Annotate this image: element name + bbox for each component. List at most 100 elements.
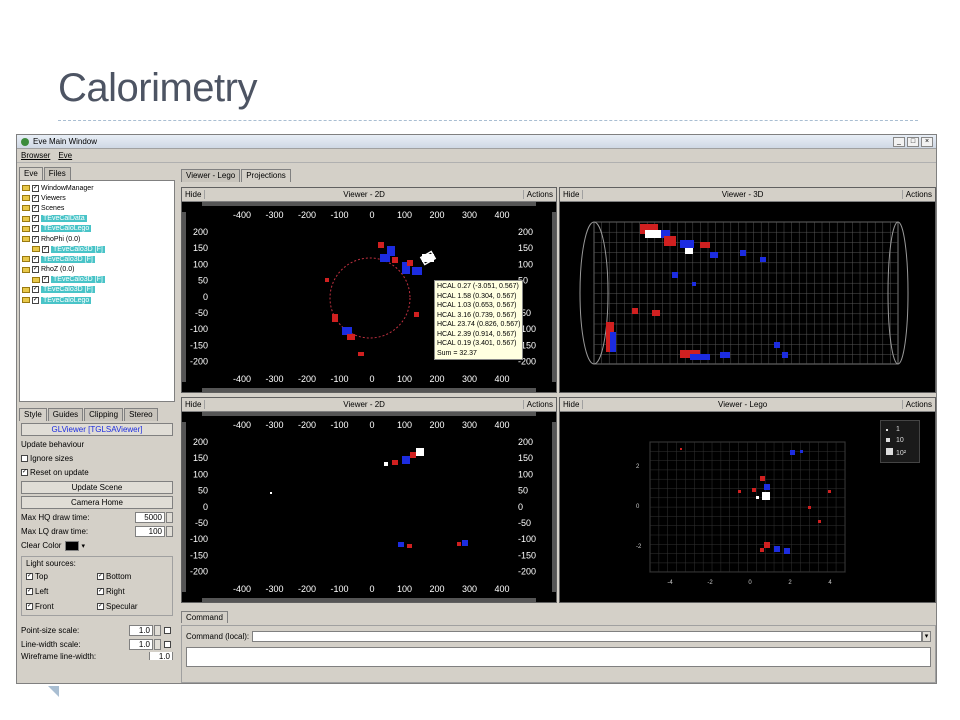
lego-tower [790, 450, 795, 455]
window-title: Eve Main Window [33, 137, 98, 146]
rhoz-canvas[interactable]: -400 -400 -300 -300 -200 -200 -100 -100 0 0 100 100… [182, 412, 556, 602]
actions-button[interactable]: Actions [901, 400, 935, 409]
light-left-checkbox[interactable]: ✓ [26, 588, 33, 595]
max-lq-spinner[interactable] [166, 526, 173, 537]
point-size-checkbox[interactable] [164, 627, 171, 634]
point-size-input[interactable]: 1.0 [129, 625, 153, 636]
actions-button[interactable]: Actions [522, 190, 556, 199]
tab-stereo[interactable]: Stereo [124, 408, 158, 421]
tree-checkbox[interactable]: ✓ [42, 276, 49, 284]
lego-x-tick: 2 [788, 580, 792, 586]
folder-icon [22, 297, 30, 304]
hide-button[interactable]: Hide [182, 190, 206, 199]
cell-tooltip: HCAL 0.27 (-3.051, 0.567) HCAL 1.58 (0.30… [434, 280, 524, 360]
light-right-checkbox[interactable]: ✓ [97, 588, 104, 595]
tree-checkbox[interactable]: ✓ [32, 225, 39, 233]
energy-tower [685, 248, 693, 254]
tree-item[interactable]: ✓ RhoPhi (0.0) [22, 234, 172, 244]
hide-button[interactable]: Hide [560, 400, 584, 409]
tooltip-line: HCAL 1.58 (0.304, 0.567) [437, 292, 517, 300]
tree-item[interactable]: ✓ WindowManager [22, 183, 172, 193]
actions-button[interactable]: Actions [522, 400, 556, 409]
menu-browser[interactable]: Browser [21, 151, 50, 160]
camera-home-button[interactable]: Camera Home [21, 496, 173, 509]
tree-checkbox[interactable]: ✓ [32, 255, 39, 263]
style-editor: Style Guides Clipping Stereo GLViewer [T… [19, 408, 175, 660]
viewer-title: Viewer - 2D [343, 400, 385, 409]
tree-item[interactable]: ✓ Viewers [22, 193, 172, 203]
tree-item[interactable]: ✓ TEveCaloLego [22, 224, 172, 234]
reset-on-update-checkbox[interactable]: ✓ [21, 469, 28, 476]
tab-projections[interactable]: Projections [241, 169, 291, 182]
tree-item[interactable]: ✓ TEveCalo3D [F] [22, 244, 172, 254]
hide-button[interactable]: Hide [560, 190, 584, 199]
tree-item[interactable]: ✓ TEveCalo3D [F] [22, 285, 172, 295]
lego-x-tick: 4 [828, 580, 832, 586]
viewer-2d-rhophi[interactable]: Hide Viewer - 2D Actions -400 -400 -300 -30… [181, 187, 557, 393]
viewer-2d-rhoz[interactable]: Hide Viewer - 2D Actions -400 -400 -300 -30… [181, 397, 557, 603]
actions-button[interactable]: Actions [901, 190, 935, 199]
tree-checkbox[interactable]: ✓ [32, 235, 39, 243]
minimize-button[interactable]: _ [893, 136, 905, 147]
max-lq-label: Max LQ draw time: [21, 527, 89, 536]
tab-viewer-lego[interactable]: Viewer - Lego [181, 169, 241, 182]
glviewer-button[interactable]: GLViewer [TGLSAViewer] [21, 423, 173, 436]
tree-checkbox[interactable]: ✓ [32, 204, 39, 212]
point-size-spinner[interactable] [154, 625, 161, 636]
y-tick-label-left: 100 [193, 469, 208, 479]
close-button[interactable]: × [921, 136, 933, 147]
y-tick-label-left: 200 [193, 227, 208, 237]
tree-item[interactable]: ✓ TEveCalo3D [F] [22, 254, 172, 264]
viewer-title: Viewer - 2D [343, 190, 385, 199]
tree-checkbox[interactable]: ✓ [32, 215, 39, 223]
line-width-input[interactable]: 1.0 [129, 639, 153, 650]
max-lq-input[interactable]: 100 [135, 526, 165, 537]
menu-eve[interactable]: Eve [58, 151, 72, 160]
tab-command[interactable]: Command [181, 611, 228, 623]
tree-item[interactable]: ✓ RhoZ (0.0) [22, 265, 172, 275]
energy-tower [407, 260, 413, 266]
lego-tower [764, 484, 770, 490]
tree-checkbox[interactable]: ✓ [32, 194, 39, 202]
viewer-3d[interactable]: Hide Viewer - 3D Actions [559, 187, 936, 393]
update-scene-button[interactable]: Update Scene [21, 481, 173, 494]
maximize-button[interactable]: □ [907, 136, 919, 147]
viewer-lego[interactable]: Hide Viewer - Lego Actions -4 -2 0 2 4 2 0 -2 1… [559, 397, 936, 603]
command-output[interactable] [186, 647, 931, 667]
hide-button[interactable]: Hide [182, 400, 206, 409]
lego-canvas[interactable]: -4 -2 0 2 4 2 0 -2 [560, 412, 935, 602]
tree-item[interactable]: ✓ TEveCalData [22, 214, 172, 224]
tab-eve[interactable]: Eve [19, 167, 43, 180]
light-specular-checkbox[interactable]: ✓ [97, 603, 104, 610]
tree-checkbox[interactable]: ✓ [32, 266, 39, 274]
tree-checkbox[interactable]: ✓ [32, 184, 39, 192]
tree-checkbox[interactable]: ✓ [42, 245, 49, 253]
tree-item[interactable]: ✓ Scenes [22, 203, 172, 213]
line-width-checkbox[interactable] [164, 641, 171, 648]
tab-style[interactable]: Style [19, 408, 47, 421]
light-front-checkbox[interactable]: ✓ [26, 603, 33, 610]
chevron-down-icon[interactable]: ▾ [81, 542, 85, 550]
tab-files[interactable]: Files [43, 167, 71, 180]
x-tick-label-top: 300 [462, 420, 477, 430]
max-hq-input[interactable]: 5000 [135, 512, 165, 523]
command-input[interactable] [252, 630, 922, 642]
tree-checkbox[interactable]: ✓ [32, 296, 39, 304]
x-tick-label-top: 0 [369, 210, 374, 220]
light-top-checkbox[interactable]: ✓ [26, 573, 33, 580]
wireframe-input[interactable]: 1.0 [149, 652, 173, 660]
line-width-spinner[interactable] [154, 639, 161, 650]
ignore-sizes-checkbox[interactable] [21, 455, 28, 462]
energy-tower [690, 354, 710, 360]
chevron-down-icon[interactable]: ▾ [922, 630, 931, 642]
clear-color-swatch[interactable] [65, 540, 80, 551]
tree-checkbox[interactable]: ✓ [32, 286, 39, 294]
tab-clipping[interactable]: Clipping [84, 408, 124, 421]
max-hq-spinner[interactable] [166, 512, 173, 523]
detector-3d-canvas[interactable] [560, 202, 935, 392]
tree-item[interactable]: ✓ TEveCalo3D [F] [22, 275, 172, 285]
light-bottom-checkbox[interactable]: ✓ [97, 573, 104, 580]
tree-item[interactable]: ✓ TEveCaloLego [22, 295, 172, 305]
tab-guides[interactable]: Guides [47, 408, 84, 421]
x-tick-label-top: -100 [330, 420, 348, 430]
